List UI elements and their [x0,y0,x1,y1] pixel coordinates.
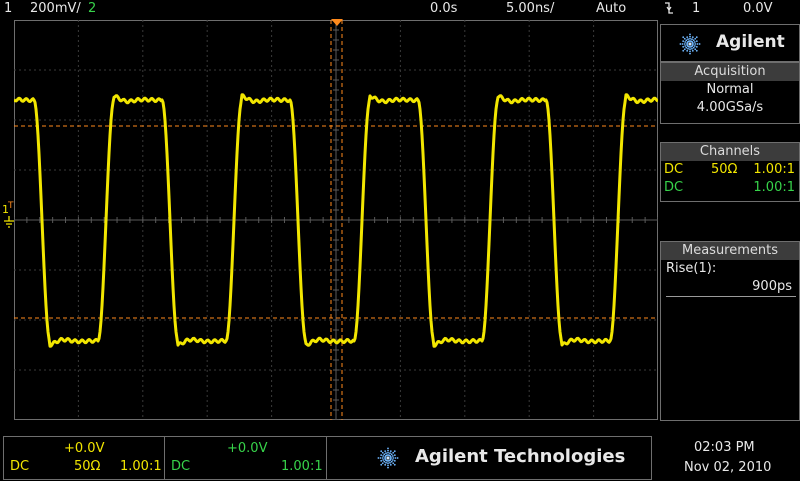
trigger-level[interactable]: 0.0V [743,1,773,16]
channel-row-1: DC 50Ω 1.00:1 [661,161,799,179]
ch2-probe: 1.00:1 [753,180,795,195]
brand-box: Agilent [660,24,800,62]
ch1-offset: +0.0V [64,441,105,456]
trigger-mode[interactable]: Auto [596,1,626,16]
acquisition-mode: Normal [706,82,754,97]
ch2-info-box[interactable]: +0.0V DC 1.00:1 [164,436,328,480]
sample-rate: 4.00GSa/s [696,100,764,115]
channels-title: Channels [661,143,799,161]
measurements-box[interactable]: Measurements Rise(1): 900ps [660,241,800,421]
ch1-impedance-bottom: 50Ω [74,459,101,474]
graticule [14,20,658,420]
ch2-probe-bottom: 1.00:1 [281,459,323,474]
channel-row-2: DC 1.00:1 [661,179,799,197]
clock-date: Nov 02, 2010 [684,460,772,475]
bottom-bar: +0.0V DC 50Ω 1.00:1 +0.0V DC 1.00:1 Agil… [0,424,800,481]
measurement-value: 900ps [666,278,796,297]
ground-icon [4,216,14,228]
time-scale[interactable]: 5.00ns/ [506,1,554,16]
company-box: Agilent Technologies [326,436,652,480]
company-name: Agilent Technologies [415,446,626,467]
time-delay[interactable]: 0.0s [430,1,457,16]
acquisition-title: Acquisition [661,63,799,81]
ch1-number[interactable]: 1 [4,1,12,16]
ch1-coupling-bottom: DC [10,459,30,474]
falling-edge-icon [664,1,674,19]
measurement-label: Rise(1): [666,261,717,276]
agilent-spark-icon [679,33,701,55]
ch1-vertical-scale[interactable]: 200mV/ [30,1,81,16]
clock-time: 02:03 PM [694,440,755,455]
acquisition-box[interactable]: Acquisition Normal 4.00GSa/s [660,62,800,124]
status-bar: 1 200mV/ 2 0.0s 5.00ns/ Auto 1 0.0V [0,0,800,20]
agilent-spark-icon [377,447,399,469]
ch1-probe: 1.00:1 [753,162,795,177]
channels-box[interactable]: Channels DC 50Ω 1.00:1 DC 1.00:1 [660,142,800,202]
ch1-info-box[interactable]: +0.0V DC 50Ω 1.00:1 [3,436,166,480]
trigger-source[interactable]: 1 [692,1,700,16]
trigger-position-marker[interactable] [331,19,343,27]
ch2-offset: +0.0V [227,441,268,456]
side-panel: Agilent Acquisition Normal 4.00GSa/s Cha… [660,20,800,421]
brand-name: Agilent [716,32,785,52]
ch1-probe-bottom: 1.00:1 [120,459,162,474]
trigger-level-marker[interactable]: T [8,201,14,211]
ch2-coupling-bottom: DC [171,459,191,474]
ch2-number[interactable]: 2 [88,1,96,16]
measurements-title: Measurements [661,242,799,260]
ch2-coupling: DC [664,180,684,195]
ch1-impedance: 50Ω [711,162,738,177]
waveform-display[interactable] [14,20,658,420]
ch1-coupling: DC [664,162,684,177]
